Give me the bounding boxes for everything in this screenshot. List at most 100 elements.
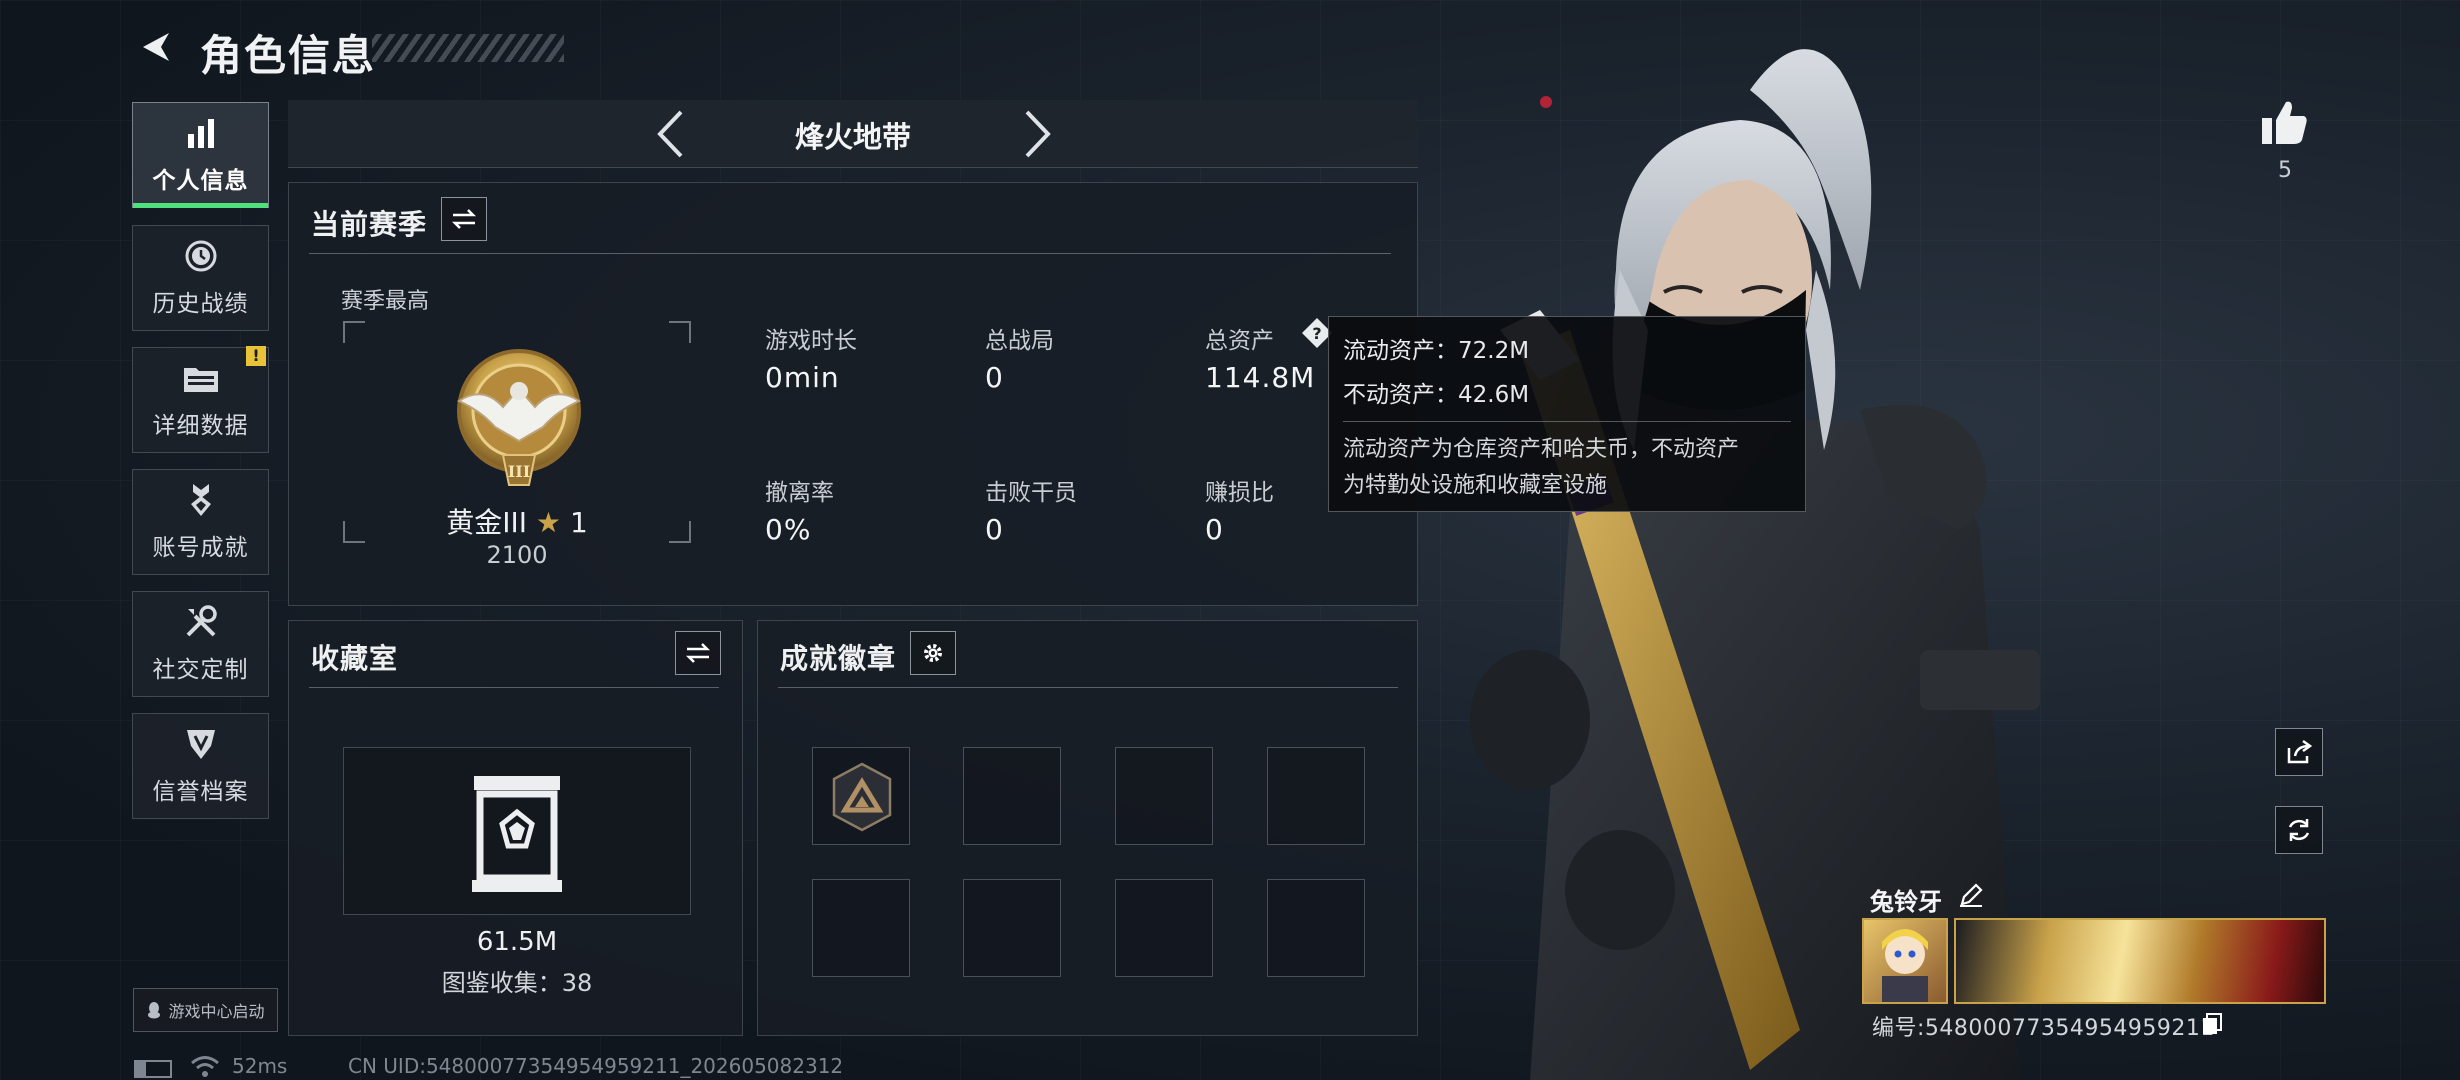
triangle-badge-icon bbox=[832, 762, 892, 832]
sidebar-item-label: 账号成就 bbox=[152, 535, 249, 561]
sidebar-item-label: 社交定制 bbox=[152, 657, 249, 683]
stat-label: 总战局 bbox=[985, 328, 1054, 354]
sidebar-item-details[interactable]: ! 详细数据 bbox=[132, 346, 269, 453]
player-id: 编号:548000773549549592​11 bbox=[1872, 1016, 2215, 1041]
rank-name: 黄金III bbox=[446, 506, 528, 539]
game-center-launch-button[interactable]: 游戏中心启动 bbox=[133, 988, 278, 1032]
refresh-icon bbox=[2288, 819, 2310, 841]
battery-icon bbox=[134, 1060, 172, 1078]
sidebar-item-label: 信誉档案 bbox=[152, 779, 249, 805]
sidebar-item-label: 详细数据 bbox=[152, 413, 249, 439]
share-button[interactable] bbox=[2275, 728, 2323, 776]
collection-title: 收藏室 bbox=[311, 642, 399, 675]
badge-slot[interactable] bbox=[1115, 747, 1213, 845]
badges-panel: 成就徽章 bbox=[757, 620, 1418, 1036]
thumbs-up-icon bbox=[2262, 101, 2307, 144]
warning-badge: ! bbox=[246, 346, 266, 366]
divider bbox=[309, 253, 1391, 254]
tooltip-desc-line: 流动资产为仓库资产和哈夫币，不动资产 bbox=[1343, 437, 1740, 462]
stat-label: 击败干员 bbox=[985, 480, 1077, 506]
season-best-label: 赛季最高 bbox=[341, 289, 430, 314]
stat-label: 赚损比 bbox=[1205, 480, 1274, 506]
stat-value: 0 bbox=[985, 513, 1004, 546]
copy-id-button[interactable] bbox=[2200, 1012, 2224, 1036]
sidebar-item-social[interactable]: 社交定制 bbox=[132, 591, 269, 697]
sidebar-item-achievements[interactable]: 账号成就 bbox=[132, 469, 269, 575]
back-button[interactable] bbox=[130, 22, 180, 72]
svg-text:III: III bbox=[508, 462, 530, 481]
swap-icon bbox=[451, 209, 477, 229]
collection-display[interactable] bbox=[343, 747, 691, 915]
like-button[interactable] bbox=[2258, 96, 2310, 148]
share-icon bbox=[2287, 739, 2313, 764]
star-icon: ★ bbox=[535, 506, 562, 539]
collection-value: 61.5M bbox=[476, 927, 558, 957]
vault-icon bbox=[472, 776, 562, 892]
season-switch-button[interactable] bbox=[441, 197, 487, 241]
badges-settings-button[interactable] bbox=[910, 631, 956, 675]
season-title: 当前赛季 bbox=[311, 208, 428, 241]
badge-slot[interactable] bbox=[1267, 747, 1365, 845]
svg-text:?: ? bbox=[1312, 324, 1321, 343]
player-name: 兔铃牙 bbox=[1870, 888, 1942, 916]
badge-slot[interactable] bbox=[812, 747, 910, 845]
sidebar-item-label: 历史战绩 bbox=[152, 291, 249, 317]
uid-text: CN UID:548000773549549592​11_20260508231… bbox=[348, 1054, 844, 1078]
copy-icon bbox=[2203, 1013, 2222, 1034]
badge-slot[interactable] bbox=[963, 747, 1061, 845]
sidebar-item-history[interactable]: 历史战绩 bbox=[132, 225, 269, 331]
fixed-assets: 不动资产：42.6M bbox=[1343, 382, 1530, 408]
badge-slot[interactable] bbox=[812, 879, 910, 977]
sidebar-item-label: 个人信息 bbox=[152, 168, 249, 194]
wrench-screwdriver-icon bbox=[181, 604, 221, 640]
badge-slot[interactable] bbox=[1115, 879, 1213, 977]
rank-stars: 1 bbox=[569, 506, 588, 539]
stat-label: 撤离率 bbox=[765, 480, 834, 506]
collection-switch-button[interactable] bbox=[675, 631, 721, 675]
next-mode-button[interactable] bbox=[1010, 106, 1066, 162]
sidebar-item-reputation[interactable]: 信誉档案 bbox=[132, 713, 269, 819]
avatar-portrait-icon bbox=[1882, 929, 1928, 1002]
asset-tooltip: 流动资产：72.2M 不动资产：42.6M 流动资产为仓库资产和哈夫币，不动资产… bbox=[1328, 316, 1806, 512]
divider bbox=[309, 687, 719, 688]
badge-slot[interactable] bbox=[1267, 879, 1365, 977]
page-title: 角色信息 bbox=[200, 31, 377, 80]
gold-rank-emblem: III bbox=[456, 349, 582, 486]
chevron-right-icon bbox=[1025, 110, 1051, 158]
badges-title: 成就徽章 bbox=[780, 642, 897, 675]
rank-line: 黄金III ★ 1 bbox=[343, 501, 691, 541]
refresh-button[interactable] bbox=[2275, 806, 2323, 854]
catalog-count: 图鉴收集：38 bbox=[441, 969, 593, 997]
player-banner[interactable] bbox=[1954, 918, 2326, 1004]
edit-name-button[interactable] bbox=[1958, 882, 1986, 910]
divider bbox=[778, 687, 1398, 688]
rank-points: 2100 bbox=[486, 541, 548, 569]
prev-mode-button[interactable] bbox=[642, 106, 698, 162]
medal-icon bbox=[181, 482, 221, 518]
season-panel: 当前赛季 赛季最高 III 黄金III ★ 1 2100 游戏时长 0min 总… bbox=[288, 182, 1418, 606]
stat-label: 总资产 bbox=[1205, 328, 1274, 354]
stat-value: 114.8M bbox=[1205, 361, 1316, 394]
wifi-icon bbox=[191, 1056, 219, 1077]
collection-panel: 收藏室 61.5M 图鉴收集：38 bbox=[288, 620, 743, 1036]
qq-penguin-icon bbox=[148, 1002, 161, 1019]
folder-icon bbox=[181, 360, 221, 396]
back-arrow-icon bbox=[143, 33, 169, 61]
tooltip-desc-line: 为特勤处设施和收藏室设施 bbox=[1343, 473, 1608, 498]
chevron-left-icon bbox=[657, 110, 683, 158]
launcher-label: 游戏中心启动 bbox=[168, 1002, 265, 1021]
stat-value: 0 bbox=[985, 361, 1004, 394]
badge-slot[interactable] bbox=[963, 879, 1061, 977]
title-decoration bbox=[372, 34, 564, 62]
like-count: 5 bbox=[2278, 158, 2292, 183]
history-clock-icon bbox=[181, 238, 221, 274]
bar-chart-icon bbox=[181, 115, 221, 151]
shield-badge-icon bbox=[181, 726, 221, 762]
sidebar-item-profile[interactable]: 个人信息 bbox=[132, 102, 269, 208]
swap-icon bbox=[685, 643, 711, 663]
player-avatar[interactable] bbox=[1862, 918, 1948, 1004]
divider bbox=[1343, 421, 1791, 422]
mode-title: 烽火地带 bbox=[794, 120, 911, 154]
mode-selector: 烽火地带 bbox=[288, 100, 1418, 168]
stat-value: 0 bbox=[1205, 513, 1224, 546]
